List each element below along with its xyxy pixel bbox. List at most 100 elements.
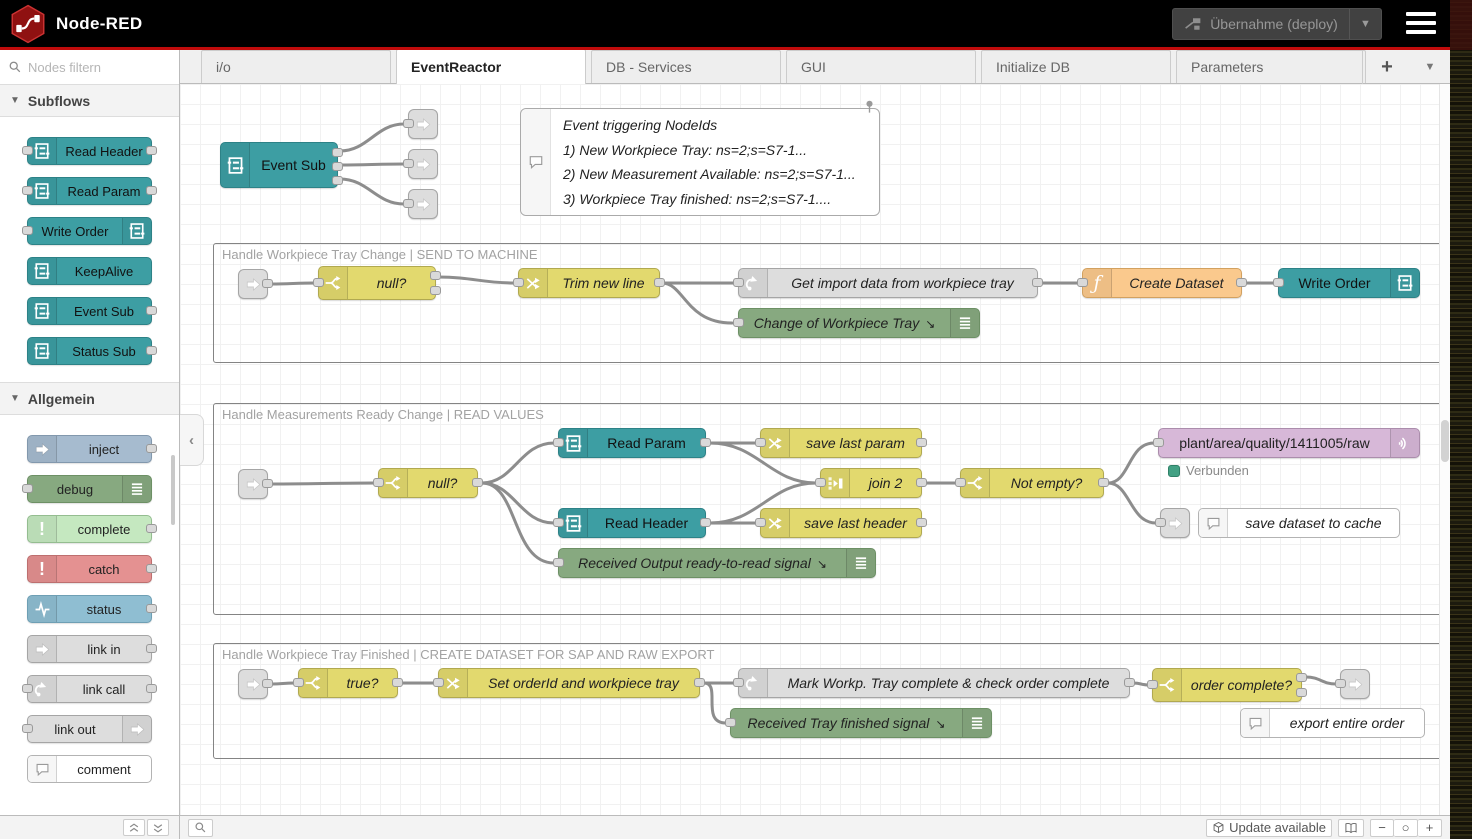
comment-box[interactable]: Event triggering NodeIds 1) New Workpiec… <box>520 108 880 216</box>
node-comment-export-entire-order[interactable]: export entire order <box>1240 708 1425 738</box>
tab-io[interactable]: i/o <box>201 50 391 83</box>
node-subflow-read-header[interactable]: Read Header <box>558 508 706 538</box>
mqtt-broadcast-icon <box>1390 429 1419 457</box>
add-flow-button[interactable]: + <box>1363 56 1411 79</box>
palette-node-catch[interactable]: catch <box>27 555 152 583</box>
search-flows-button[interactable] <box>188 819 213 837</box>
link-out-icon <box>415 156 432 173</box>
node-change-set-orderid[interactable]: Set orderId and workpiece tray <box>438 668 700 698</box>
link-out-icon <box>122 716 151 742</box>
update-available-button[interactable]: Update available <box>1206 819 1332 837</box>
node-debug-received-tray-finished[interactable]: Received Tray finished signal <box>730 708 992 738</box>
tab-initialize-db[interactable]: Initialize DB <box>981 50 1171 83</box>
palette-node-comment[interactable]: comment <box>27 755 152 783</box>
flow-canvas[interactable]: Handle Workpiece Tray Change | SEND TO M… <box>180 84 1450 815</box>
connected-status-icon <box>1168 465 1180 477</box>
palette-node-status[interactable]: status <box>27 595 152 623</box>
palette-node-event-sub[interactable]: Event Sub <box>27 297 152 325</box>
node-comment-save-dataset[interactable]: save dataset to cache <box>1198 508 1400 538</box>
node-mqtt-out[interactable]: plant/area/quality/1411005/raw <box>1158 428 1420 458</box>
node-subflow-read-param[interactable]: Read Param <box>558 428 706 458</box>
node-link-out[interactable] <box>408 189 438 219</box>
tab-db-services[interactable]: DB - Services <box>591 50 781 83</box>
comment-title: Event triggering NodeIds <box>563 117 867 133</box>
inject-icon <box>28 436 57 462</box>
chevron-down-icon: ▼ <box>10 393 20 404</box>
node-debug-received-output-signal[interactable]: Received Output ready-to-read signal <box>558 548 876 578</box>
deploy-options-caret[interactable]: ▼ <box>1349 9 1381 39</box>
palette-node-read-param[interactable]: Read Param <box>27 177 152 205</box>
mqtt-status: Verbunden <box>1168 463 1249 478</box>
node-switch-null[interactable]: null? <box>378 468 478 498</box>
node-link-call-mark-tray-complete[interactable]: Mark Workp. Tray complete & check order … <box>738 668 1130 698</box>
palette-search[interactable] <box>0 50 179 85</box>
deploy-button[interactable]: Übernahme (deploy) ▼ <box>1172 8 1382 40</box>
node-change-trim-new-line[interactable]: Trim new line <box>518 268 660 298</box>
header: Node-RED Übernahme (deploy) ▼ <box>0 0 1450 47</box>
sidebar-collapse-handle[interactable]: ‹ <box>180 414 204 466</box>
palette-section-subflows[interactable]: ▼ Subflows <box>0 84 179 117</box>
zoom-out-button[interactable]: − <box>1370 819 1394 837</box>
palette-node-status-sub[interactable]: Status Sub <box>27 337 152 365</box>
flow-list-caret[interactable]: ▼ <box>1411 61 1449 73</box>
node-event-sub[interactable]: Event Sub <box>220 142 338 188</box>
palette-sidebar: ▼ Subflows Read Header Read Param Write … <box>0 50 180 815</box>
node-link-in[interactable] <box>238 269 268 299</box>
node-switch-null[interactable]: null? <box>318 266 436 300</box>
node-debug-change-of-workpiece-tray[interactable]: Change of Workpiece Tray <box>738 308 980 338</box>
flow-tabbar: i/o EventReactor DB - Services GUI Initi… <box>180 50 1450 84</box>
node-link-out[interactable] <box>408 109 438 139</box>
canvas-vertical-scrollbar[interactable] <box>1439 84 1450 815</box>
palette-node-read-header[interactable]: Read Header <box>27 137 152 165</box>
node-switch-true[interactable]: true? <box>298 668 398 698</box>
palette-node-complete[interactable]: complete <box>27 515 152 543</box>
complete-icon <box>28 516 57 542</box>
zoom-in-button[interactable]: + <box>1418 819 1442 837</box>
double-chevron-up-icon <box>128 822 140 834</box>
node-link-in[interactable] <box>238 669 268 699</box>
main-menu-button[interactable] <box>1406 12 1436 34</box>
palette-section-allgemein[interactable]: ▼ Allgemein <box>0 382 179 415</box>
palette-node-write-order[interactable]: Write Order <box>27 217 152 245</box>
node-change-save-last-header[interactable]: save last header <box>760 508 922 538</box>
palette-node-link-out[interactable]: link out <box>27 715 152 743</box>
tab-parameters[interactable]: Parameters <box>1176 50 1366 83</box>
map-book-icon <box>1344 821 1358 835</box>
node-link-out[interactable] <box>1340 669 1370 699</box>
palette-node-keepalive[interactable]: KeepAlive <box>27 257 152 285</box>
node-red-logo-icon <box>10 4 46 44</box>
palette-node-inject[interactable]: inject <box>27 435 152 463</box>
chevron-down-icon: ▼ <box>10 95 20 106</box>
debug-target-icon <box>929 715 945 731</box>
workspace-footer: Update available − ○ + <box>180 815 1450 839</box>
node-switch-not-empty[interactable]: Not empty? <box>960 468 1104 498</box>
node-link-call-get-import[interactable]: Get import data from workpiece tray <box>738 268 1038 298</box>
palette-node-debug[interactable]: debug <box>27 475 152 503</box>
status-pulse-icon <box>28 596 57 622</box>
debug-sidebar-icon <box>846 549 875 577</box>
node-function-create-dataset[interactable]: Create Dataset <box>1082 268 1242 298</box>
node-link-in[interactable] <box>238 469 268 499</box>
palette-node-link-in[interactable]: link in <box>27 635 152 663</box>
palette-collapse-all-button[interactable] <box>123 819 145 836</box>
node-link-out[interactable] <box>408 149 438 179</box>
link-out-icon <box>415 196 432 213</box>
palette-scrollbar[interactable] <box>171 455 175 525</box>
comment-bubble-icon <box>1199 509 1228 537</box>
node-join-2[interactable]: join 2 <box>820 468 922 498</box>
navigator-button[interactable] <box>1338 819 1364 837</box>
node-switch-order-complete[interactable]: order complete? <box>1152 668 1302 702</box>
palette-node-link-call[interactable]: link call <box>27 675 152 703</box>
node-subflow-write-order[interactable]: Write Order <box>1278 268 1420 298</box>
zoom-reset-button[interactable]: ○ <box>1394 819 1418 837</box>
tab-gui[interactable]: GUI <box>786 50 976 83</box>
node-change-save-last-param[interactable]: save last param <box>760 428 922 458</box>
node-link-out[interactable] <box>1160 508 1190 538</box>
tab-eventreactor[interactable]: EventReactor <box>396 49 586 84</box>
debug-target-icon <box>919 315 935 331</box>
palette-search-input[interactable] <box>28 60 158 75</box>
subflow-icon <box>1390 269 1419 297</box>
comment-bubble-icon <box>28 756 57 782</box>
palette-expand-all-button[interactable] <box>147 819 169 836</box>
catch-icon <box>28 556 57 582</box>
